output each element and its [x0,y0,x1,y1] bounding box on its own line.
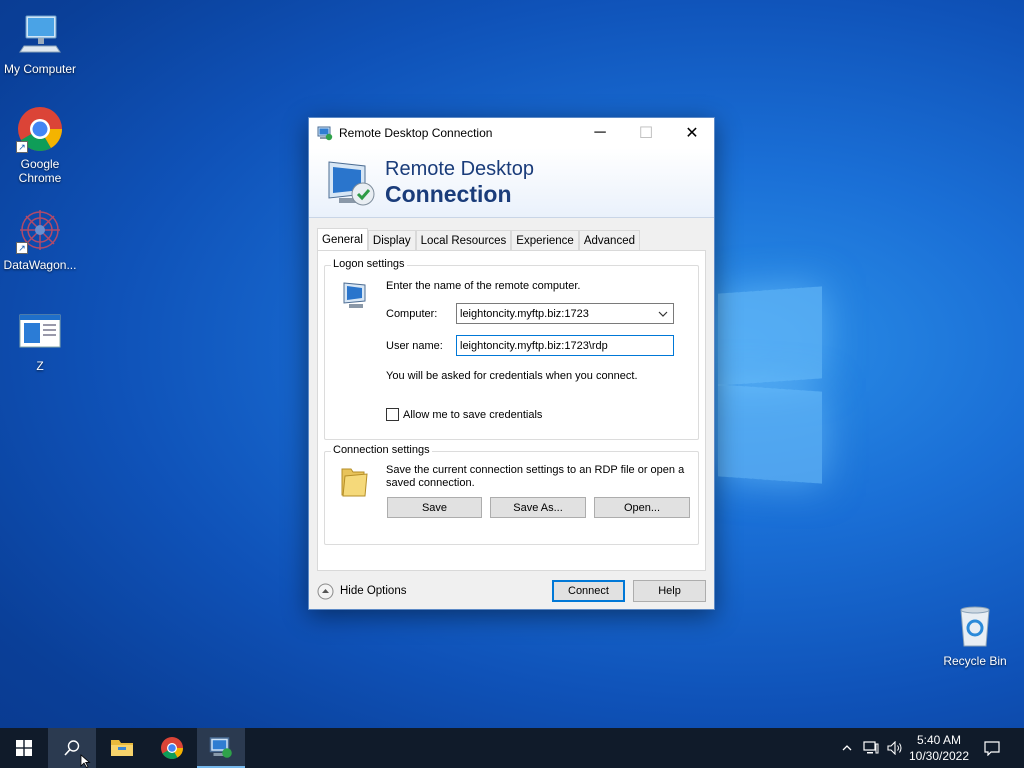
computer-combobox[interactable]: leightoncity.myftp.biz:1723 [456,303,674,324]
username-value: leightoncity.myftp.biz:1723\rdp [460,339,608,352]
rdp-app-icon [317,126,333,141]
desktop-wallpaper-logo [714,286,824,484]
clock-time: 5:40 AM [916,733,962,747]
connection-settings-legend: Connection settings [331,444,432,456]
connection-settings-group: Connection settings Save the current con… [324,444,699,545]
general-tab-panel: Logon settings Enter the name of the rem… [317,250,706,571]
clock-date: 10/30/2022 [908,749,970,763]
computer-icon [343,282,366,308]
save-credentials-checkbox[interactable] [386,408,399,421]
folder-icon [341,468,368,497]
tab-advanced[interactable]: Advanced [578,230,640,250]
minimize-button[interactable]: ─ [577,118,623,148]
search-icon [64,740,80,756]
chevron-down-icon[interactable] [657,308,669,320]
save-credentials-label[interactable]: Allow me to save credentials [403,409,542,421]
save-as-button[interactable]: Save As... [490,497,586,518]
tab-experience[interactable]: Experience [511,230,579,250]
help-button[interactable]: Help [633,580,706,602]
banner-title-line2: Connection [385,181,512,207]
credentials-note: You will be asked for credentials when y… [386,370,638,382]
open-button[interactable]: Open... [594,497,690,518]
chevron-up-circle-icon [317,583,334,599]
username-input[interactable]: leightoncity.myftp.biz:1723\rdp [456,335,674,356]
computer-value: leightoncity.myftp.biz:1723 [460,307,589,320]
logon-instruction: Enter the name of the remote computer. [386,280,581,292]
notification-icon [984,741,1000,756]
logon-settings-legend: Logon settings [331,258,407,270]
desktop-icon-my-computer[interactable]: My Computer [0,10,80,76]
minimize-icon: ─ [594,124,606,141]
desktop-icon-label: DataWagon... [3,258,77,272]
banner-title-line1: Remote Desktop [385,158,534,180]
close-icon: ✕ [685,125,699,142]
clock[interactable]: 5:40 AM 10/30/2022 [900,732,978,764]
desktop-icon-label: Z [36,359,44,373]
tab-display[interactable]: Display [367,230,416,250]
username-label: User name: [386,340,443,352]
windows-start-icon [16,740,32,756]
tab-strip: General Display Local Resources Experien… [317,228,640,250]
connection-description: Save the current connection settings to … [386,464,685,489]
taskbar-remote-desktop[interactable] [197,728,245,768]
chevron-up-icon [842,745,852,751]
desktop-icon-google-chrome[interactable]: ↗ Google Chrome [0,105,80,185]
action-center-button[interactable] [978,728,1006,768]
connect-button[interactable]: Connect [552,580,625,602]
desktop-icon-recycle-bin[interactable]: Recycle Bin [935,602,1015,668]
save-button[interactable]: Save [387,497,482,518]
maximize-button[interactable]: ☐ [623,118,669,148]
desktop-icon-label: Google Chrome [18,157,62,185]
logon-settings-group: Logon settings Enter the name of the rem… [324,258,699,440]
tab-general[interactable]: General [317,228,368,250]
window-title: Remote Desktop Connection [339,126,493,140]
folder-icon [111,740,133,756]
taskbar-file-explorer[interactable] [98,728,146,768]
dialog-banner: Remote Desktop Connection [309,148,714,218]
computer-icon [19,15,61,53]
document-icon [19,314,61,348]
desktop-icon-label: Recycle Bin [943,654,1007,668]
network-icon [863,741,879,754]
rdp-dialog: Remote Desktop Connection ─ ☐ ✕ Remote D… [308,117,715,610]
taskbar-chrome[interactable] [148,728,196,768]
computer-label: Computer: [386,308,438,320]
shortcut-arrow-icon: ↗ [16,141,28,153]
rdp-app-icon [209,737,232,758]
rdp-banner-icon [328,161,375,206]
desktop-icon-datawagon[interactable]: ↗ DataWagon... [0,206,80,272]
network-button[interactable] [860,728,882,768]
title-bar[interactable]: Remote Desktop Connection ─ ☐ ✕ [309,118,714,148]
hide-options-label: Hide Options [340,585,407,597]
show-hidden-icons-button[interactable] [838,728,856,768]
taskbar: 5:40 AM 10/30/2022 [0,728,1024,768]
close-button[interactable]: ✕ [669,118,715,148]
start-button[interactable] [0,728,48,768]
recycle-bin-icon [960,606,990,647]
desktop-icon-label: My Computer [3,62,77,76]
hide-options-toggle[interactable]: Hide Options [317,582,406,600]
desktop-icon-z[interactable]: Z [0,307,80,373]
chrome-icon [161,737,183,759]
mouse-cursor-icon [80,754,91,768]
shortcut-arrow-icon: ↗ [16,242,28,254]
tab-local-resources[interactable]: Local Resources [415,230,512,250]
maximize-icon: ☐ [638,125,654,142]
